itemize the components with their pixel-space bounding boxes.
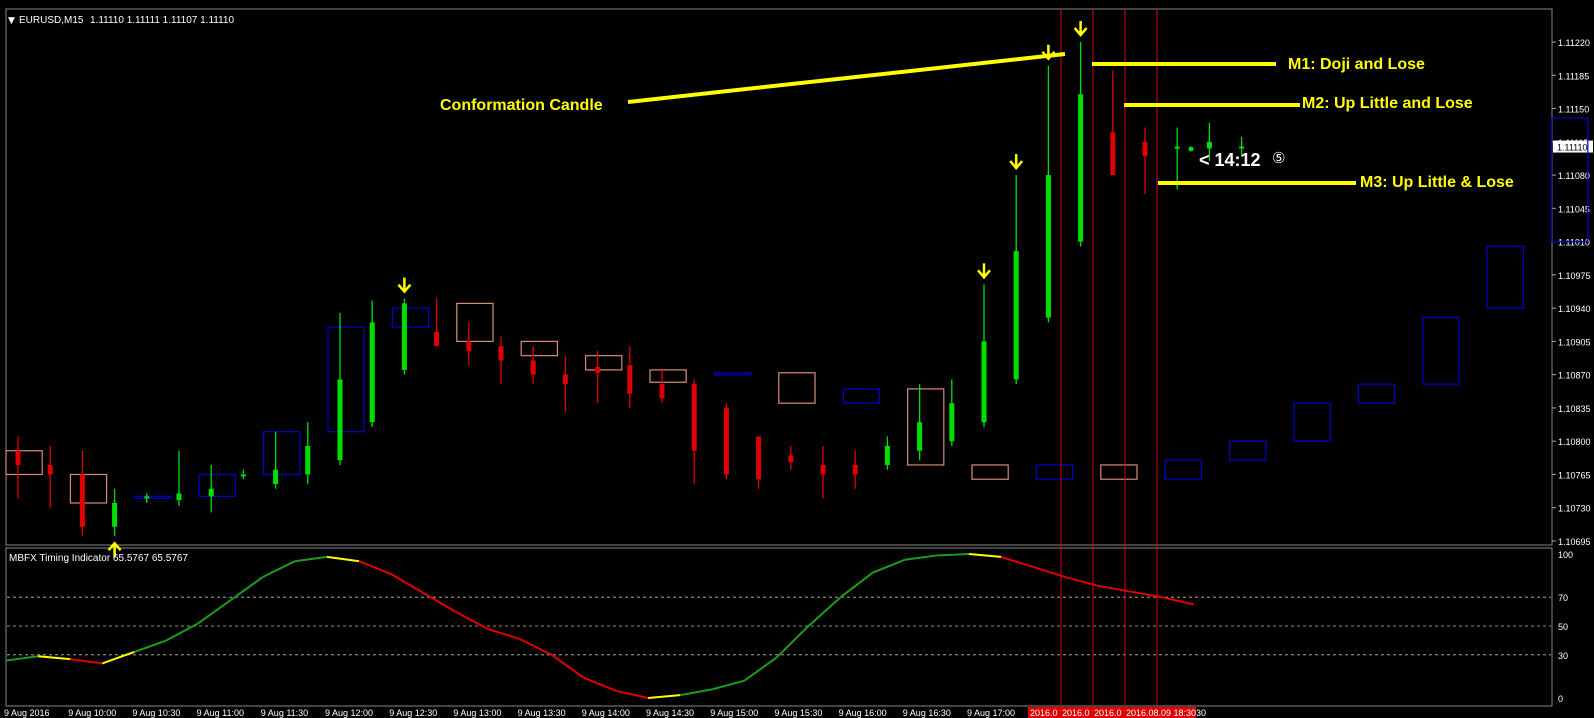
time-tick-label: 9 Aug 15:30: [774, 708, 822, 718]
candle-body: [820, 464, 826, 475]
price-tick-label: 1.10905: [1558, 337, 1591, 347]
candle-body: [595, 367, 601, 373]
price-tick-label: 1.11185: [1558, 71, 1589, 81]
time-tick-label: 9 Aug 16:00: [839, 708, 887, 718]
candle-body: [15, 450, 21, 465]
candle-body: [176, 493, 182, 501]
price-tick-label: 1.10695: [1558, 537, 1591, 547]
candle-body: [240, 474, 246, 477]
candle-body: [305, 445, 311, 475]
price-tick-label: 1.11010: [1558, 238, 1590, 248]
candle-body: [144, 496, 150, 499]
candle-body: [1013, 251, 1019, 380]
indicator-tick-label: 70: [1558, 593, 1568, 603]
m3-label: M3: Up Little & Lose: [1360, 174, 1514, 191]
candle-body: [756, 436, 762, 480]
price-tick-label: 1.10870: [1558, 371, 1591, 381]
time-tick-label: 9 Aug 2016: [4, 708, 50, 718]
candle-body: [659, 384, 665, 399]
candle-body: [949, 403, 955, 442]
candle-body: [208, 488, 214, 497]
time-tick-label: 9 Aug 13:30: [518, 708, 566, 718]
future-time-label: 2016.0: [1062, 708, 1090, 718]
price-tick-label: 1.11080: [1558, 171, 1590, 181]
time-tick-label: 9 Aug 12:00: [325, 708, 373, 718]
time-tick-label: 9 Aug 17:00: [967, 708, 1015, 718]
time-tick-label: 9 Aug 15:00: [710, 708, 758, 718]
candle-body: [562, 374, 568, 385]
candle-body: [1078, 94, 1084, 242]
candle-body: [1142, 141, 1148, 157]
candle-body: [1206, 141, 1212, 149]
future-time-label: 30: [1196, 708, 1206, 718]
candle-body: [47, 464, 53, 475]
indicator-tick-label: 100: [1558, 550, 1573, 560]
time-tick-label: 9 Aug 10:30: [132, 708, 180, 718]
future-time-label: 2016.08.09 18:30: [1126, 708, 1196, 718]
price-tick-label: 1.10730: [1558, 504, 1591, 514]
candle-body: [788, 455, 794, 463]
candle-body: [434, 331, 440, 347]
time-tick-label: 9 Aug 16:30: [903, 708, 951, 718]
price-tick-label: 1.11220: [1558, 38, 1590, 48]
price-tick-label: 1.11150: [1558, 105, 1589, 115]
candle-body: [1045, 175, 1051, 318]
ohlc-values: 1.11110 1.11111 1.11107 1.11110: [90, 15, 234, 26]
candle-body: [273, 469, 279, 484]
time-tick-label: 9 Aug 10:00: [68, 708, 116, 718]
candle-body: [112, 502, 118, 527]
candle-body: [401, 303, 407, 370]
candle-body: [1174, 146, 1180, 149]
candle-body: [466, 341, 472, 351]
candle-body: [79, 474, 85, 527]
candle-body: [337, 379, 343, 461]
candle-body: [981, 341, 987, 423]
current-price-label: 1.11110: [1557, 143, 1588, 153]
candle-body: [369, 322, 375, 423]
candle-body: [1239, 146, 1245, 149]
candle-body: [530, 360, 536, 375]
indicator-tick-label: 50: [1558, 622, 1568, 632]
time-tick-label: 9 Aug 14:00: [582, 708, 630, 718]
candle-body: [691, 384, 697, 451]
price-tick-label: 1.10765: [1558, 470, 1591, 480]
symbol-label: EURUSD,M15: [19, 15, 84, 26]
price-tick-label: 1.11045: [1558, 204, 1590, 214]
time-tick-label: 9 Aug 14:30: [646, 708, 694, 718]
symbol-dropdown-icon[interactable]: ▼: [8, 16, 15, 26]
countdown-timer: < 14:12: [1199, 150, 1261, 170]
time-tick-label: 9 Aug 11:00: [197, 708, 244, 718]
m2-label: M2: Up Little and Lose: [1302, 95, 1473, 112]
m1-label: M1: Doji and Lose: [1288, 56, 1425, 73]
candle-body: [917, 422, 923, 451]
price-tick-label: 1.10835: [1558, 404, 1591, 414]
future-time-label: 2016.0: [1030, 708, 1058, 718]
confirmation-candle-label: Conformation Candle: [440, 97, 603, 114]
time-tick-label: 9 Aug 13:00: [453, 708, 501, 718]
candle-body: [884, 445, 890, 465]
candle-body: [498, 346, 504, 361]
candle-body: [723, 407, 729, 475]
indicator-label: MBFX Timing Indicator 65.5767 65.5767: [9, 553, 188, 564]
candle-body: [852, 464, 858, 475]
circled-five-icon: ⑤: [1272, 149, 1285, 167]
trading-chart: 1.112201.111851.111501.111151.110801.110…: [0, 0, 1594, 718]
indicator-tick-label: 0: [1558, 694, 1563, 704]
price-tick-label: 1.10800: [1558, 437, 1591, 447]
candle-body: [1110, 132, 1116, 176]
price-tick-label: 1.10975: [1558, 271, 1591, 281]
candle-body: [627, 365, 633, 394]
price-tick-label: 1.10940: [1558, 304, 1591, 314]
tick-dot: [1188, 146, 1194, 152]
time-tick-label: 9 Aug 12:30: [389, 708, 437, 718]
time-tick-label: 9 Aug 11:30: [261, 708, 308, 718]
future-time-label: 2016.0: [1094, 708, 1122, 718]
indicator-tick-label: 30: [1558, 651, 1568, 661]
